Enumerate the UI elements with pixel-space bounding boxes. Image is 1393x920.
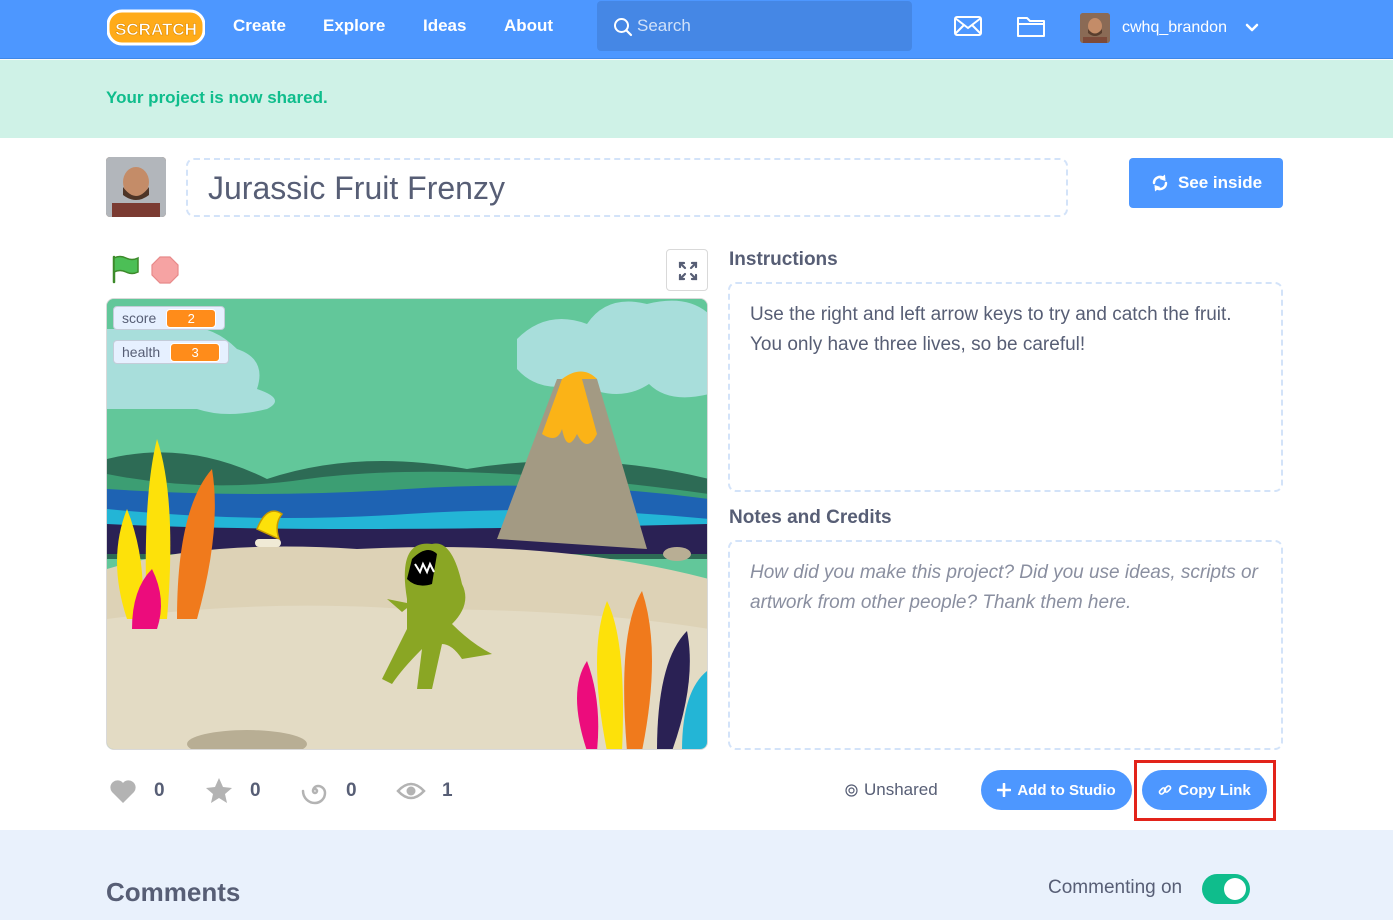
unshared-target-icon <box>845 783 858 797</box>
commenting-toggle-knob <box>1224 878 1246 900</box>
green-flag-icon[interactable] <box>110 254 140 284</box>
search-icon <box>614 18 633 37</box>
nav-explore-link[interactable]: Explore <box>323 16 385 36</box>
view-count: 1 <box>442 780 453 801</box>
chevron-down-icon[interactable] <box>1244 22 1260 34</box>
commenting-toggle-label: Commenting on <box>1048 877 1183 898</box>
project-author-avatar[interactable] <box>106 157 166 217</box>
instructions-textarea[interactable]: Use the right and left arrow keys to try… <box>728 282 1283 492</box>
navbar: SCRATCH Create Explore Ideas About cwhq_… <box>0 0 1393 59</box>
add-to-studio-label: Add to Studio <box>1017 781 1116 799</box>
instructions-heading: Instructions <box>729 249 838 270</box>
user-avatar[interactable] <box>1080 13 1110 43</box>
copy-link-highlight-box <box>1134 760 1276 821</box>
user-avatar-image <box>1080 13 1110 43</box>
remix-spiral-icon <box>301 784 327 805</box>
favorite-count: 0 <box>250 780 261 801</box>
commenting-toggle[interactable] <box>1202 874 1250 904</box>
health-monitor-label: health <box>122 344 161 360</box>
score-variable-monitor[interactable]: score 2 <box>113 306 226 330</box>
add-to-studio-button[interactable]: Add to Studio <box>981 770 1132 810</box>
view-stat: 1 <box>396 776 453 806</box>
score-monitor-label: score <box>122 310 157 326</box>
love-count: 0 <box>154 780 165 801</box>
score-monitor-value: 2 <box>166 308 217 328</box>
remix-count: 0 <box>346 780 357 801</box>
project-author-avatar-image <box>106 157 166 217</box>
nav-ideas-link[interactable]: Ideas <box>423 16 466 36</box>
health-monitor-value: 3 <box>170 342 221 362</box>
search-input[interactable] <box>637 13 897 39</box>
fullscreen-expand-icon <box>678 261 698 281</box>
messages-mail-icon[interactable] <box>953 13 983 39</box>
search-box[interactable] <box>597 1 912 51</box>
eye-icon <box>396 782 426 800</box>
nav-about-link[interactable]: About <box>504 16 553 36</box>
logo-text: SCRATCH <box>115 20 197 39</box>
scratch-logo[interactable]: SCRATCH <box>107 9 205 46</box>
unshared-label: Unshared <box>864 780 938 799</box>
remix-stat: 0 <box>300 776 357 806</box>
shared-banner: Your project is now shared. <box>0 60 1393 138</box>
plus-icon <box>997 783 1012 797</box>
see-inside-button[interactable]: See inside <box>1129 158 1283 208</box>
fullscreen-button[interactable] <box>666 249 708 291</box>
remix-arrows-icon <box>1152 174 1168 192</box>
nav-create-link[interactable]: Create <box>233 16 286 36</box>
favorite-stat[interactable]: 0 <box>204 776 261 806</box>
project-stage[interactable]: score 2 health 3 <box>106 298 708 750</box>
comments-heading: Comments <box>106 877 241 907</box>
see-inside-label: See inside <box>1177 173 1263 192</box>
username-label[interactable]: cwhq_brandon <box>1122 19 1227 37</box>
stop-sign-icon[interactable] <box>151 256 179 284</box>
stage-scene-artwork <box>107 299 707 749</box>
unshared-link[interactable]: Unshared <box>845 780 938 800</box>
project-title-field[interactable]: Jurassic Fruit Frenzy <box>186 158 1068 217</box>
heart-icon <box>110 780 136 803</box>
love-stat[interactable]: 0 <box>108 776 165 806</box>
notes-heading: Notes and Credits <box>729 507 892 528</box>
shared-banner-message: Your project is now shared. <box>106 88 328 107</box>
notes-credits-textarea[interactable]: How did you make this project? Did you u… <box>728 540 1283 750</box>
my-stuff-folder-icon[interactable] <box>1016 13 1046 39</box>
star-icon <box>206 778 232 803</box>
health-variable-monitor[interactable]: health 3 <box>113 340 230 364</box>
